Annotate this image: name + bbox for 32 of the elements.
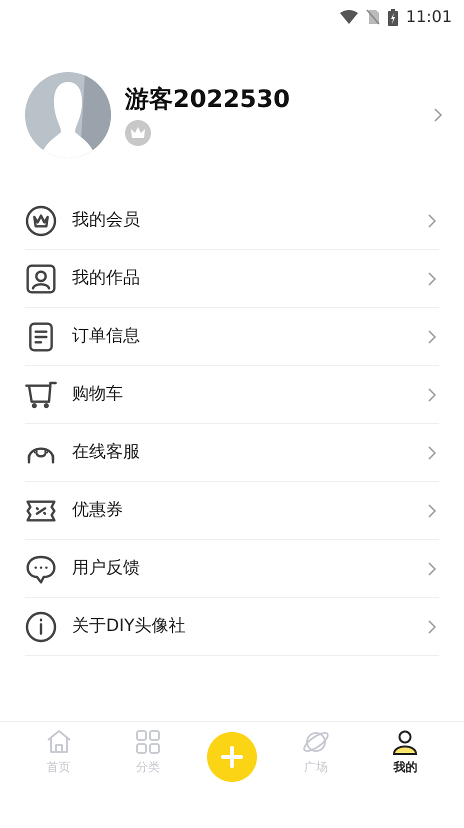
- chevron-icon: [434, 108, 442, 122]
- menu-item[interactable]: 优惠券: [25, 482, 439, 540]
- menu-item[interactable]: 订单信息: [25, 308, 439, 366]
- status-time: 11:01: [406, 6, 452, 28]
- plus-icon: [220, 746, 243, 768]
- info-icon: [25, 610, 57, 642]
- chevron-icon: [428, 272, 436, 286]
- chevron-icon: [428, 446, 436, 460]
- menu-item[interactable]: 用户反馈: [25, 540, 439, 598]
- chevron-icon: [428, 214, 436, 228]
- user-name: 游客2022530: [125, 84, 291, 114]
- profile-header[interactable]: 游客2022530: [0, 70, 464, 160]
- wifi-icon: [340, 10, 358, 24]
- crown-badge-icon: [125, 120, 151, 146]
- crown-icon: [25, 204, 57, 236]
- menu-item[interactable]: 我的会员: [25, 192, 439, 250]
- menu-item[interactable]: 购物车: [25, 366, 439, 424]
- battery-icon: [388, 8, 398, 26]
- chevron-icon: [428, 562, 436, 576]
- home-icon: [44, 728, 73, 756]
- chevron-icon: [428, 504, 436, 518]
- person-icon: [391, 728, 420, 756]
- menu-item[interactable]: 我的作品: [25, 250, 439, 308]
- chevron-icon: [428, 620, 436, 634]
- grid-icon: [134, 728, 162, 756]
- menu-item[interactable]: 在线客服: [25, 424, 439, 482]
- portrait-icon: [25, 262, 57, 294]
- chevron-icon: [428, 388, 436, 402]
- chevron-icon: [428, 330, 436, 344]
- menu-item[interactable]: 关于DIY头像社: [25, 598, 439, 656]
- nav-tab[interactable]: 我的: [375, 728, 436, 776]
- no-sim-icon: [366, 9, 380, 25]
